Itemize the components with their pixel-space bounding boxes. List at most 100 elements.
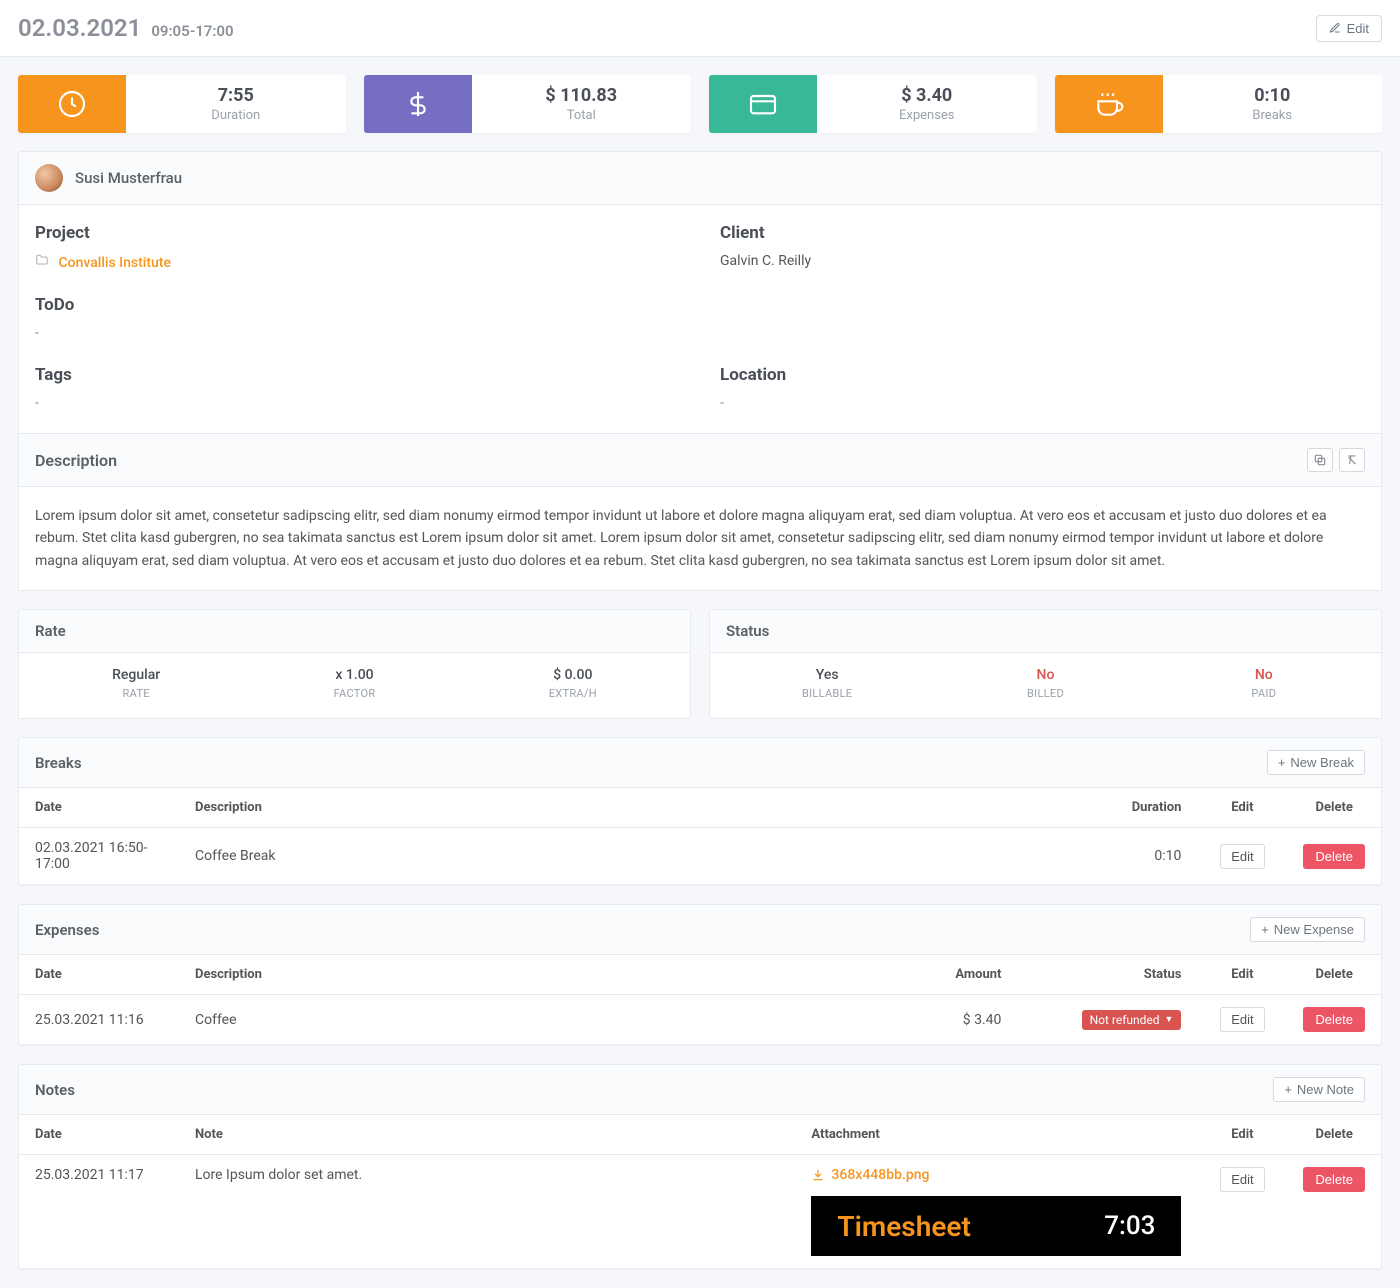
table-row: 25.03.2021 11:17 Lore Ipsum dolor set am… bbox=[19, 1155, 1381, 1269]
client-value: Galvin C. Reilly bbox=[720, 253, 1365, 269]
col-date: Date bbox=[19, 788, 179, 828]
col-del: Delete bbox=[1287, 788, 1381, 828]
billable-label: BILLABLE bbox=[718, 687, 936, 700]
col-desc: Description bbox=[179, 788, 769, 828]
location-value: - bbox=[720, 395, 1365, 411]
breaks-value: 0:10 bbox=[1254, 85, 1290, 106]
new-break-button[interactable]: + New Break bbox=[1267, 750, 1365, 775]
edit-button[interactable]: Edit bbox=[1316, 15, 1382, 42]
col-amount: Amount bbox=[817, 955, 1017, 995]
pencil-icon bbox=[1329, 22, 1341, 34]
location-block: Location - bbox=[720, 365, 1365, 411]
total-label: Total bbox=[567, 108, 596, 123]
download-icon bbox=[811, 1168, 825, 1182]
breaks-heading: Breaks bbox=[35, 754, 82, 772]
attachment-link[interactable]: 368x448bb.png bbox=[811, 1167, 929, 1183]
note-text: Lore Ipsum dolor set amet. bbox=[179, 1155, 795, 1269]
stat-breaks: 0:10 Breaks bbox=[1055, 75, 1383, 133]
user-name: Susi Musterfrau bbox=[75, 169, 182, 187]
attachment-name: 368x448bb.png bbox=[831, 1167, 929, 1183]
break-duration: 0:10 bbox=[769, 828, 1198, 885]
folder-icon bbox=[35, 255, 52, 271]
breaks-table: Date Description Duration Edit Delete 02… bbox=[19, 788, 1381, 885]
tags-block: Tags - bbox=[35, 365, 680, 411]
col-note: Note bbox=[179, 1115, 795, 1155]
status-badge-label: Not refunded bbox=[1090, 1013, 1160, 1027]
client-block: Client Galvin C. Reilly bbox=[720, 223, 1365, 271]
col-edit: Edit bbox=[1197, 1115, 1287, 1155]
preview-title: Timesheet bbox=[837, 1210, 970, 1243]
todo-heading: ToDo bbox=[35, 295, 680, 315]
clear-format-button[interactable] bbox=[1339, 448, 1365, 472]
notes-table: Date Note Attachment Edit Delete 25.03.2… bbox=[19, 1115, 1381, 1269]
delete-row-button[interactable]: Delete bbox=[1303, 1007, 1365, 1032]
expenses-heading: Expenses bbox=[35, 921, 99, 939]
rate-cell: Regular RATE bbox=[27, 667, 245, 700]
billed-label: BILLED bbox=[936, 687, 1154, 700]
break-desc: Coffee Break bbox=[179, 828, 769, 885]
notes-heading: Notes bbox=[35, 1081, 75, 1099]
details-panel: Susi Musterfrau Project Convallis Instit… bbox=[18, 151, 1382, 591]
description-text: Lorem ipsum dolor sit amet, consetetur s… bbox=[19, 487, 1381, 590]
new-expense-label: New Expense bbox=[1274, 922, 1354, 937]
status-dropdown[interactable]: Not refunded ▼ bbox=[1082, 1010, 1182, 1030]
preview-time: 7:03 bbox=[1104, 1211, 1155, 1241]
breaks-panel: Breaks + New Break Date Description Dura… bbox=[18, 737, 1382, 886]
project-heading: Project bbox=[35, 223, 680, 243]
duration-value: 7:55 bbox=[218, 85, 254, 106]
todo-value: - bbox=[35, 325, 680, 341]
table-row: 02.03.2021 16:50-17:00 Coffee Break 0:10… bbox=[19, 828, 1381, 885]
new-note-label: New Note bbox=[1297, 1082, 1354, 1097]
tags-heading: Tags bbox=[35, 365, 680, 385]
col-duration: Duration bbox=[769, 788, 1198, 828]
wallet-icon bbox=[709, 75, 817, 133]
rate-value: Regular bbox=[27, 667, 245, 683]
clock-icon bbox=[18, 75, 126, 133]
paid-label: PAID bbox=[1155, 687, 1373, 700]
dollar-icon bbox=[364, 75, 472, 133]
paid-value: No bbox=[1155, 667, 1373, 683]
expenses-label: Expenses bbox=[899, 108, 955, 123]
plus-icon: + bbox=[1278, 755, 1286, 770]
expense-desc: Coffee bbox=[179, 995, 817, 1045]
title-block: 02.03.2021 09:05-17:00 bbox=[18, 14, 234, 42]
avatar bbox=[35, 164, 63, 192]
extra-value: $ 0.00 bbox=[464, 667, 682, 683]
tags-value: - bbox=[35, 395, 680, 411]
copy-button[interactable] bbox=[1307, 448, 1333, 472]
copy-icon bbox=[1313, 453, 1327, 467]
col-del: Delete bbox=[1287, 1115, 1381, 1155]
delete-row-button[interactable]: Delete bbox=[1303, 844, 1365, 869]
description-heading: Description bbox=[35, 451, 117, 470]
factor-cell: x 1.00 FACTOR bbox=[245, 667, 463, 700]
new-note-button[interactable]: + New Note bbox=[1273, 1077, 1365, 1102]
edit-row-button[interactable]: Edit bbox=[1220, 1167, 1264, 1192]
duration-label: Duration bbox=[211, 108, 260, 123]
paid-cell: No PAID bbox=[1155, 667, 1373, 700]
new-expense-button[interactable]: + New Expense bbox=[1250, 917, 1365, 942]
factor-value: x 1.00 bbox=[245, 667, 463, 683]
edit-row-button[interactable]: Edit bbox=[1220, 1007, 1264, 1032]
billed-value: No bbox=[936, 667, 1154, 683]
expense-date: 25.03.2021 11:16 bbox=[19, 995, 179, 1045]
plus-icon: + bbox=[1261, 922, 1269, 937]
breaks-label: Breaks bbox=[1252, 108, 1292, 123]
billable-cell: Yes BILLABLE bbox=[718, 667, 936, 700]
billable-value: Yes bbox=[718, 667, 936, 683]
edit-row-button[interactable]: Edit bbox=[1220, 844, 1264, 869]
coffee-icon bbox=[1055, 75, 1163, 133]
delete-row-button[interactable]: Delete bbox=[1303, 1167, 1365, 1192]
rate-panel: Rate Regular RATE x 1.00 FACTOR $ 0.00 E… bbox=[18, 609, 691, 719]
stat-duration: 7:55 Duration bbox=[18, 75, 346, 133]
edit-button-label: Edit bbox=[1347, 21, 1369, 36]
rate-heading: Rate bbox=[19, 610, 690, 653]
col-date: Date bbox=[19, 955, 179, 995]
stats-row: 7:55 Duration $ 110.83 Total $ 3.40 Expe… bbox=[0, 57, 1400, 151]
project-link[interactable]: Convallis Institute bbox=[58, 255, 170, 271]
factor-label: FACTOR bbox=[245, 687, 463, 700]
col-status: Status bbox=[1017, 955, 1197, 995]
project-block: Project Convallis Institute bbox=[35, 223, 680, 271]
caret-down-icon: ▼ bbox=[1165, 1014, 1174, 1025]
expenses-table: Date Description Amount Status Edit Dele… bbox=[19, 955, 1381, 1045]
expenses-panel: Expenses + New Expense Date Description … bbox=[18, 904, 1382, 1046]
